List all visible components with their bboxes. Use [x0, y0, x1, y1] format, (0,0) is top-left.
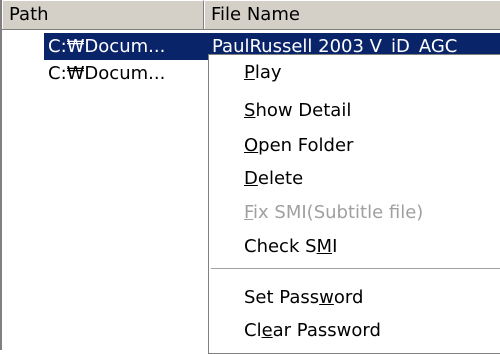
menu-item-check-smi-prefix: Check S — [244, 236, 317, 257]
menu-item-check-smi[interactable]: Check SMI — [209, 231, 500, 262]
menu-item-fix-smi: Fix SMI(Subtitle file) — [209, 197, 500, 228]
menu-item-open-folder[interactable]: Open Folder — [209, 130, 500, 161]
menu-item-set-password-access-key: w — [319, 287, 334, 308]
menu-item-open-folder-suffix: pen Folder — [258, 135, 354, 156]
menu-item-fix-smi-suffix: ix SMI(Subtitle file) — [253, 202, 424, 223]
menu-item-play-suffix: lay — [254, 62, 282, 83]
column-header-path[interactable]: Path — [2, 0, 204, 29]
list-header: Path File Name — [2, 0, 500, 30]
menu-item-set-password-prefix: Set Pass — [244, 287, 320, 308]
menu-item-play[interactable]: Play — [209, 57, 500, 88]
menu-item-delete-access-key: D — [244, 168, 258, 189]
menu-item-open-folder-access-key: O — [244, 135, 259, 156]
menu-item-delete[interactable]: Delete — [209, 163, 500, 194]
context-menu: Play Show Detail Open Folder Delete Fix … — [208, 54, 500, 354]
path-cell[interactable]: C:₩Docum... — [44, 33, 215, 60]
column-header-path-label: Path — [9, 4, 49, 25]
menu-item-set-password[interactable]: Set Password — [209, 282, 500, 313]
column-header-file-name[interactable]: File Name — [204, 0, 500, 29]
menu-item-clear-password-prefix: Cl — [244, 320, 262, 341]
menu-item-check-smi-suffix: I — [332, 236, 338, 257]
menu-item-play-access-key: P — [244, 62, 255, 83]
menu-item-show-detail-suffix: how Detail — [255, 100, 352, 121]
menu-item-set-password-suffix: ord — [333, 287, 364, 308]
path-cell[interactable]: C:₩Docum... — [48, 60, 165, 87]
menu-separator — [211, 268, 500, 270]
column-header-file-name-label: File Name — [211, 4, 300, 25]
menu-item-clear-password-access-key: e — [261, 320, 273, 341]
menu-item-check-smi-access-key: M — [316, 236, 333, 257]
menu-item-clear-password[interactable]: Clear Password — [209, 315, 500, 346]
menu-item-clear-password-suffix: ar Password — [272, 320, 381, 341]
menu-item-delete-suffix: elete — [257, 168, 304, 189]
menu-item-show-detail[interactable]: Show Detail — [209, 95, 500, 126]
menu-item-show-detail-access-key: S — [244, 100, 256, 121]
menu-item-fix-smi-access-key: F — [244, 202, 254, 223]
